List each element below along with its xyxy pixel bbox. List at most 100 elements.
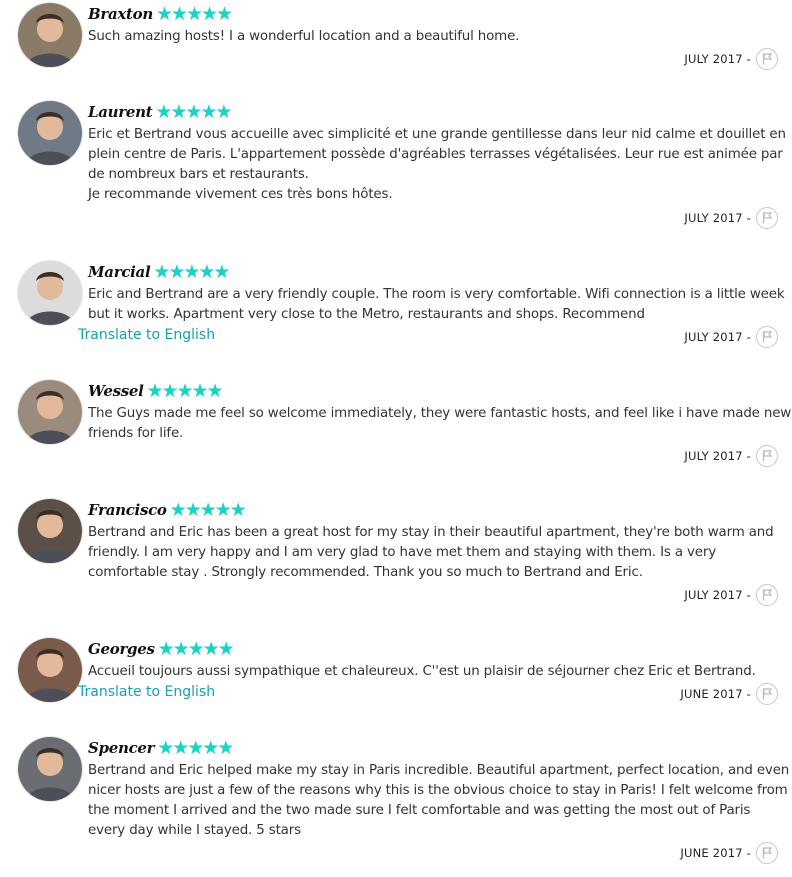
star-icon: ★: [213, 260, 231, 283]
review-meta: JULY 2017 -: [684, 48, 778, 70]
star-icon: ★: [214, 498, 232, 521]
reviewer-name[interactable]: Francisco: [88, 501, 167, 519]
review-text-line: friends for life.: [88, 426, 184, 441]
rating-stars: ★ ★ ★ ★ ★: [157, 736, 235, 759]
reviewer-name[interactable]: Laurent: [88, 103, 153, 121]
star-icon: ★: [187, 736, 205, 759]
rating-stars: ★ ★ ★ ★ ★: [157, 637, 235, 660]
star-icon: ★: [217, 637, 235, 660]
review-meta: JULY 2017 -: [684, 207, 778, 229]
review-meta: JULY 2017 -: [684, 326, 778, 348]
flag-icon[interactable]: [756, 48, 778, 70]
star-icon: ★: [172, 736, 190, 759]
translate-link[interactable]: Translate to English: [78, 325, 215, 345]
star-icon: ★: [200, 2, 219, 25]
review-meta: JUNE 2017 -: [680, 842, 778, 864]
review-text-line: Bertrand and Eric helped make my stay in…: [88, 763, 790, 778]
star-icon: ★: [185, 100, 203, 123]
review-text-line: the moment I arrived and the two made su…: [88, 803, 751, 818]
person-avatar-icon[interactable]: [18, 638, 82, 702]
star-icon: ★: [176, 379, 194, 402]
review-header: Francisco ★ ★ ★ ★ ★: [88, 498, 247, 521]
review-text-line: The Guys made me feel so welcome immedia…: [88, 406, 792, 421]
star-icon: ★: [200, 100, 218, 123]
star-icon: ★: [157, 736, 175, 759]
flag-icon[interactable]: [756, 445, 778, 467]
review-meta: JULY 2017 -: [684, 584, 778, 606]
person-avatar-icon[interactable]: [18, 737, 82, 801]
review-text: Such amazing hosts! I a wonderful locati…: [88, 27, 788, 47]
reviewer-name[interactable]: Georges: [88, 640, 155, 658]
star-icon: ★: [170, 2, 189, 25]
star-icon: ★: [199, 498, 217, 521]
star-icon: ★: [157, 637, 175, 660]
star-icon: ★: [161, 379, 179, 402]
rating-stars: ★ ★ ★ ★ ★: [147, 379, 224, 402]
flag-icon[interactable]: [756, 207, 778, 229]
star-icon: ★: [168, 260, 186, 283]
star-icon: ★: [202, 637, 220, 660]
review-text-line: but it works. Apartment very close to th…: [88, 307, 645, 322]
star-icon: ★: [215, 2, 234, 25]
star-icon: ★: [198, 260, 216, 283]
review-text-line: every day while I stayed. 5 stars: [88, 823, 301, 838]
review-text: Eric and Bertrand are a very friendly co…: [88, 285, 788, 325]
review-header: Wessel ★ ★ ★ ★ ★: [88, 379, 224, 402]
flag-icon[interactable]: [756, 842, 778, 864]
review-date: JULY 2017 -: [684, 52, 751, 66]
review-meta: JULY 2017 -: [684, 445, 778, 467]
rating-stars: ★ ★ ★ ★ ★: [155, 100, 233, 123]
star-icon: ★: [172, 637, 190, 660]
star-icon: ★: [170, 100, 188, 123]
review-text: The Guys made me feel so welcome immedia…: [88, 404, 792, 444]
review-header: Spencer ★ ★ ★ ★ ★: [88, 736, 235, 759]
flag-icon[interactable]: [756, 326, 778, 348]
review-date: JUNE 2017 -: [680, 846, 751, 860]
star-icon: ★: [217, 736, 235, 759]
star-icon: ★: [185, 2, 204, 25]
review-text-line: de nombreux bars et restaurants.: [88, 167, 309, 182]
reviewer-name[interactable]: Braxton: [88, 5, 153, 23]
person-avatar-icon[interactable]: [18, 101, 82, 165]
translate-link[interactable]: Translate to English: [78, 682, 215, 702]
star-icon: ★: [184, 498, 202, 521]
review-text-line: friendly. I am very happy and I am very …: [88, 545, 717, 560]
review-text-line: Je recommande vivement ces très bons hôt…: [88, 187, 393, 202]
reviewer-name[interactable]: Spencer: [88, 739, 155, 757]
person-avatar-icon[interactable]: [18, 380, 82, 444]
review-text-line: comfortable stay . Strongly recommended.…: [88, 565, 643, 580]
review-text-line: Such amazing hosts! I a wonderful locati…: [88, 29, 520, 44]
reviewer-name[interactable]: Wessel: [88, 382, 144, 400]
star-icon: ★: [206, 379, 224, 402]
rating-stars: ★ ★ ★ ★ ★: [153, 260, 231, 283]
review-text-line: plein centre de Paris. L'appartement pos…: [88, 147, 783, 162]
review-text-line: Eric and Bertrand are a very friendly co…: [88, 287, 785, 302]
review-text-line: Eric et Bertrand vous accueille avec sim…: [88, 127, 786, 142]
review-text-line: Bertrand and Eric has been a great host …: [88, 525, 774, 540]
review-date: JUNE 2017 -: [680, 687, 751, 701]
review-date: JULY 2017 -: [684, 588, 751, 602]
star-icon: ★: [215, 100, 233, 123]
star-icon: ★: [187, 637, 205, 660]
rating-stars: ★ ★ ★ ★ ★: [170, 498, 247, 521]
review-text: Eric et Bertrand vous accueille avec sim…: [88, 125, 788, 205]
review-text-line: Accueil toujours aussi sympathique et ch…: [88, 664, 756, 679]
review-header: Braxton ★ ★ ★ ★ ★: [88, 2, 234, 25]
person-avatar-icon[interactable]: [18, 499, 82, 563]
review-header: Marcial ★ ★ ★ ★ ★: [88, 260, 231, 283]
flag-icon[interactable]: [756, 683, 778, 705]
person-avatar-icon[interactable]: [18, 261, 82, 325]
review-text-line: nicer hosts are just a few of the reason…: [88, 783, 788, 798]
review-date: JULY 2017 -: [684, 449, 751, 463]
reviewer-name[interactable]: Marcial: [88, 263, 151, 281]
review-header: Georges ★ ★ ★ ★ ★: [88, 637, 235, 660]
star-icon: ★: [155, 100, 173, 123]
star-icon: ★: [191, 379, 209, 402]
review-meta: JUNE 2017 -: [680, 683, 778, 705]
star-icon: ★: [229, 498, 247, 521]
star-icon: ★: [153, 260, 171, 283]
person-avatar-icon[interactable]: [18, 3, 82, 67]
star-icon: ★: [202, 736, 220, 759]
rating-stars: ★ ★ ★ ★ ★: [156, 2, 234, 25]
flag-icon[interactable]: [756, 584, 778, 606]
